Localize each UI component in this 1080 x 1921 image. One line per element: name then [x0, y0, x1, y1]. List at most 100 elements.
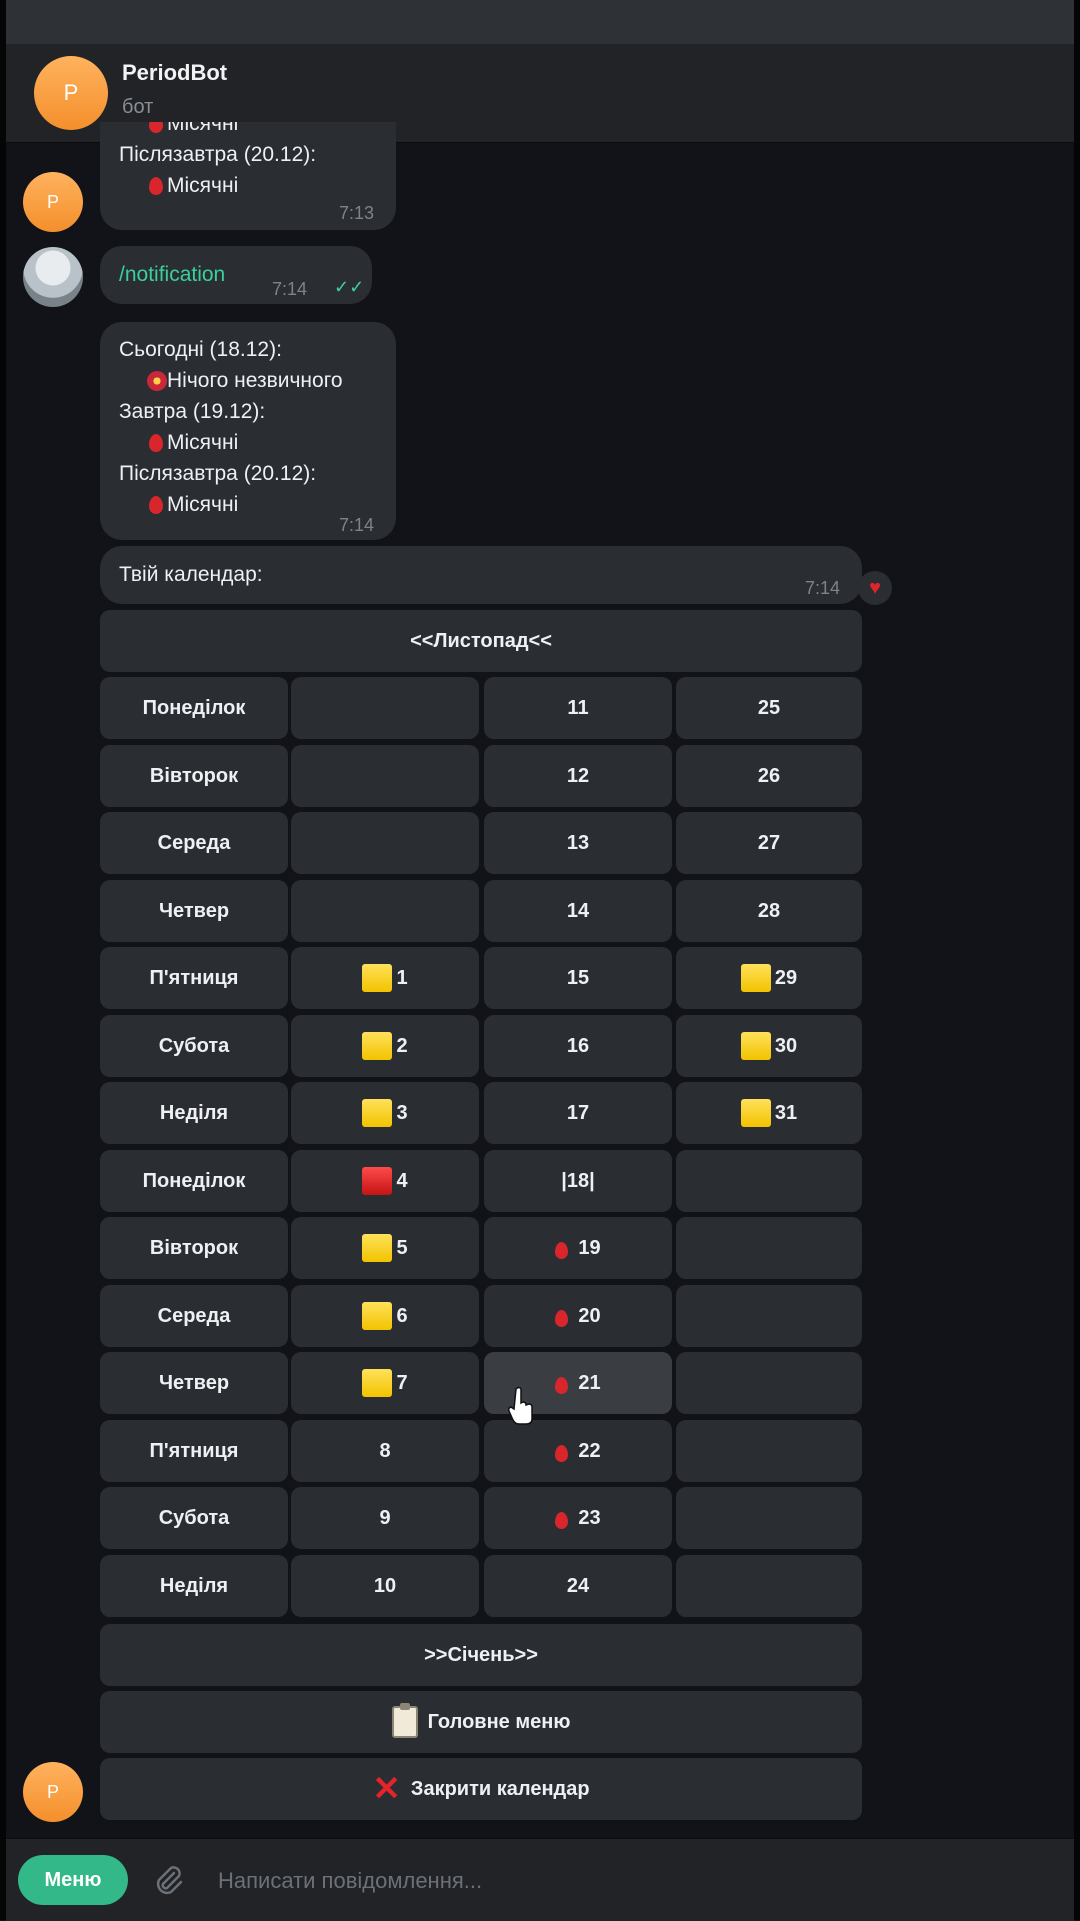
weekday-button[interactable]: Неділя: [100, 1555, 288, 1617]
yellow-square-icon: [362, 1234, 393, 1262]
calendar-day-label: 28: [757, 899, 781, 922]
bot-avatar[interactable]: P: [23, 1762, 83, 1822]
clipboard-icon: [391, 1703, 418, 1738]
calendar-day-label: 17: [566, 1101, 590, 1124]
message-line: Післязавтра (20.12):: [119, 462, 317, 485]
calendar-day-button[interactable]: 27: [676, 812, 862, 874]
message-line: Місячні: [119, 427, 343, 458]
hand-cursor-icon: [508, 1386, 533, 1425]
weekday-button[interactable]: Середа: [100, 1285, 288, 1347]
flower-icon: [147, 371, 167, 391]
calendar-day-label: 25: [757, 696, 781, 719]
calendar-day-label: 19: [578, 1236, 601, 1259]
weekday-button[interactable]: Вівторок: [100, 1217, 288, 1279]
calendar-day-button[interactable]: 26: [676, 745, 862, 807]
calendar-day-label: 3: [396, 1101, 408, 1124]
bot-avatar[interactable]: P: [34, 56, 108, 130]
message-bubble-bot: Місячні Післязавтра (20.12): Місячні 7:1…: [100, 122, 396, 230]
calendar-day-button[interactable]: 17: [484, 1082, 672, 1144]
calendar-day-button[interactable]: 19: [484, 1217, 672, 1279]
calendar-day-button[interactable]: [676, 1420, 862, 1482]
calendar-day-button[interactable]: [676, 1487, 862, 1549]
blood-drop-icon: [149, 177, 163, 195]
calendar-day-button[interactable]: [291, 880, 479, 942]
blood-drop-icon: [555, 1376, 569, 1394]
message-line: Завтра (19.12):: [119, 400, 266, 423]
weekday-button[interactable]: Понеділок: [100, 677, 288, 739]
calendar-day-button[interactable]: [676, 1285, 862, 1347]
weekday-button[interactable]: Четвер: [100, 880, 288, 942]
close-calendar-button[interactable]: ✕ Закрити календар: [100, 1758, 862, 1820]
calendar-day-button[interactable]: 12: [484, 745, 672, 807]
calendar-day-button[interactable]: 25: [676, 677, 862, 739]
calendar-day-button[interactable]: 16: [484, 1015, 672, 1077]
calendar-day-button[interactable]: 4: [291, 1150, 479, 1212]
weekday-button[interactable]: Субота: [100, 1487, 288, 1549]
main-menu-button[interactable]: Головне меню: [100, 1691, 862, 1753]
menu-button[interactable]: Меню: [18, 1855, 128, 1905]
calendar-day-button[interactable]: 20: [484, 1285, 672, 1347]
calendar-day-button[interactable]: 11: [484, 677, 672, 739]
calendar-day-label: 1: [396, 966, 408, 989]
calendar-day-button[interactable]: 7: [291, 1352, 479, 1414]
calendar-day-label: 7: [396, 1371, 408, 1394]
weekday-button[interactable]: Вівторок: [100, 745, 288, 807]
calendar-day-button[interactable]: [291, 812, 479, 874]
blood-drop-icon: [149, 496, 163, 514]
weekday-label: Субота: [158, 1034, 230, 1057]
calendar-day-button[interactable]: 10: [291, 1555, 479, 1617]
weekday-button[interactable]: П'ятниця: [100, 1420, 288, 1482]
command-text[interactable]: /notification: [119, 259, 225, 290]
message-bubble-bot: Сьогодні (18.12): Нічого незвичного Завт…: [100, 322, 396, 540]
weekday-button[interactable]: Субота: [100, 1015, 288, 1077]
bot-avatar[interactable]: P: [23, 172, 83, 232]
calendar-day-button[interactable]: 9: [291, 1487, 479, 1549]
prev-month-button[interactable]: <<Листопад<<: [100, 610, 862, 672]
paperclip-icon[interactable]: [148, 1861, 188, 1901]
next-month-button[interactable]: >>Січень>>: [100, 1624, 862, 1686]
weekday-button[interactable]: Четвер: [100, 1352, 288, 1414]
message-line: Місячні: [119, 489, 343, 520]
calendar-day-button[interactable]: 14: [484, 880, 672, 942]
weekday-button[interactable]: Понеділок: [100, 1150, 288, 1212]
calendar-day-button[interactable]: 23: [484, 1487, 672, 1549]
calendar-day-button[interactable]: 13: [484, 812, 672, 874]
calendar-day-button[interactable]: 1: [291, 947, 479, 1009]
calendar-day-button[interactable]: 8: [291, 1420, 479, 1482]
message-bubble-user: /notification 7:14 ✓✓: [100, 246, 372, 304]
calendar-day-button[interactable]: 30: [676, 1015, 862, 1077]
calendar-day-button[interactable]: 6: [291, 1285, 479, 1347]
user-avatar[interactable]: [23, 247, 83, 307]
calendar-day-button[interactable]: 15: [484, 947, 672, 1009]
calendar-day-label: 20: [578, 1304, 601, 1327]
calendar-day-button[interactable]: [291, 745, 479, 807]
calendar-day-button[interactable]: 3: [291, 1082, 479, 1144]
calendar-day-button[interactable]: |18|: [484, 1150, 672, 1212]
calendar-day-button[interactable]: 2: [291, 1015, 479, 1077]
calendar-day-button[interactable]: [676, 1217, 862, 1279]
calendar-day-button[interactable]: [291, 677, 479, 739]
calendar-day-button[interactable]: 24: [484, 1555, 672, 1617]
calendar-day-button[interactable]: 22: [484, 1420, 672, 1482]
calendar-day-button[interactable]: 5: [291, 1217, 479, 1279]
calendar-day-button[interactable]: 29: [676, 947, 862, 1009]
calendar-day-button[interactable]: [676, 1150, 862, 1212]
close-calendar-label: Закрити календар: [410, 1777, 590, 1800]
calendar-day-label: 2: [396, 1034, 408, 1057]
calendar-day-label: 6: [396, 1304, 408, 1327]
weekday-button[interactable]: П'ятниця: [100, 947, 288, 1009]
weekday-button[interactable]: Середа: [100, 812, 288, 874]
calendar-day-button[interactable]: 28: [676, 880, 862, 942]
calendar-day-button[interactable]: 31: [676, 1082, 862, 1144]
weekday-label: Середа: [157, 1304, 231, 1327]
calendar-day-label: 13: [566, 831, 590, 854]
calendar-day-button[interactable]: [676, 1352, 862, 1414]
blood-drop-icon: [555, 1511, 569, 1529]
calendar-day-label: 29: [774, 966, 798, 989]
heart-reaction-icon[interactable]: ♥: [858, 571, 892, 605]
calendar-day-button[interactable]: [676, 1555, 862, 1617]
calendar-day-label: 15: [566, 966, 590, 989]
weekday-button[interactable]: Неділя: [100, 1082, 288, 1144]
calendar-day-label: 22: [578, 1439, 601, 1462]
message-input[interactable]: [216, 1857, 1040, 1905]
